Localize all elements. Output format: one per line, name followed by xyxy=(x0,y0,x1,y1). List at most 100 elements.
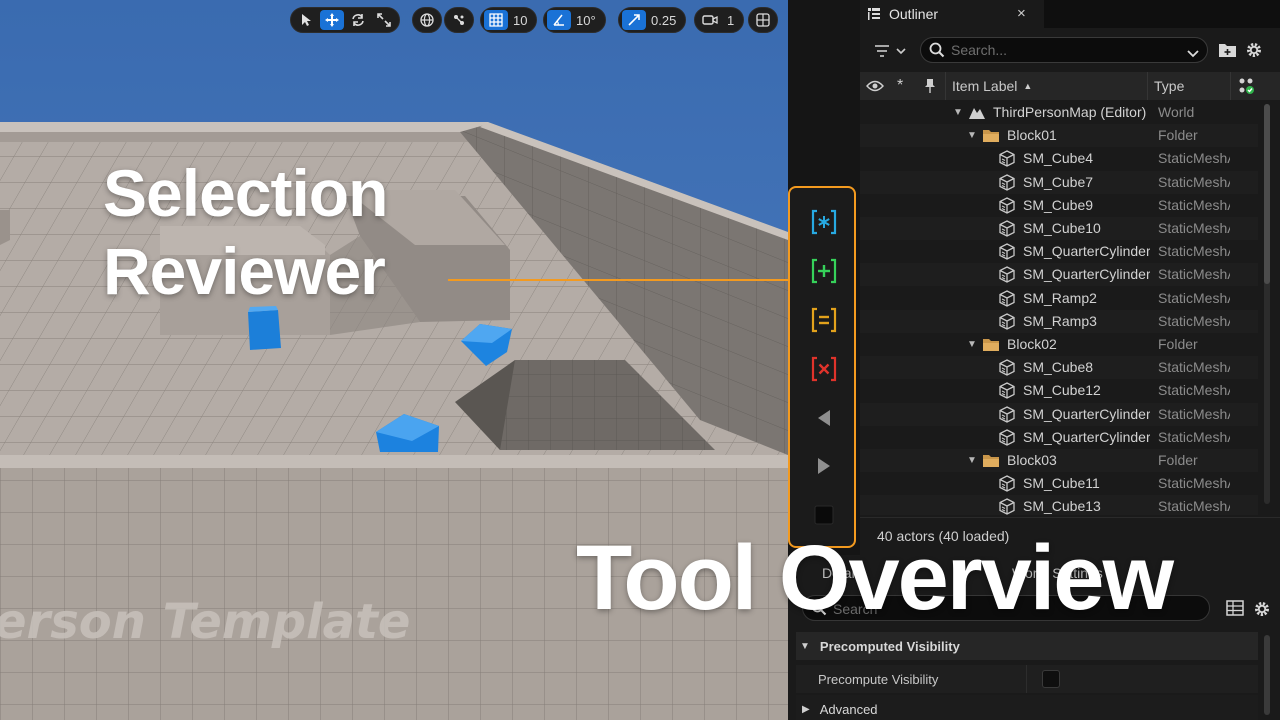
remove-selection-button[interactable] xyxy=(804,353,844,389)
filter-icon[interactable] xyxy=(873,42,909,60)
static-mesh-icon xyxy=(998,173,1016,191)
select-tool-icon[interactable] xyxy=(294,10,318,30)
bracket-plus-icon xyxy=(811,258,837,288)
search-input[interactable] xyxy=(951,41,1171,59)
folder-row[interactable]: ▼ Block02 Folder xyxy=(860,333,1258,356)
close-icon[interactable]: × xyxy=(1017,5,1026,22)
static-mesh-icon xyxy=(998,382,1016,400)
static-mesh-icon xyxy=(998,220,1016,237)
expand-arrow-icon[interactable]: ▼ xyxy=(953,104,965,121)
tab-outliner[interactable]: Outliner × xyxy=(860,0,1044,28)
rotate-tool-icon[interactable] xyxy=(346,10,370,30)
column-item-label-text: Item Label xyxy=(952,78,1018,94)
table-view-icon[interactable] xyxy=(1226,600,1244,620)
layout-control[interactable] xyxy=(748,7,778,33)
column-type[interactable]: Type xyxy=(1147,72,1225,100)
item-type: StaticMeshActor xyxy=(1158,289,1230,306)
actor-row[interactable]: SM_Cube4 StaticMeshActor xyxy=(860,147,1258,170)
static-mesh-icon xyxy=(998,359,1016,376)
actor-row[interactable]: SM_QuarterCylinder StaticMeshActor xyxy=(860,263,1258,287)
selection-reviewer-toolbar xyxy=(788,186,856,548)
favorite-star-icon[interactable]: * xyxy=(897,72,915,100)
chevron-down-icon[interactable] xyxy=(1187,44,1199,63)
viewport-layout-icon[interactable] xyxy=(751,10,775,30)
outliner-search[interactable] xyxy=(920,37,1208,63)
actor-row[interactable]: SM_Cube9 StaticMeshActor xyxy=(860,194,1258,217)
globe-icon[interactable] xyxy=(415,10,439,30)
section-precomputed-visibility[interactable]: ▼ Precomputed Visibility xyxy=(796,632,1258,660)
expand-arrow-icon[interactable]: ▼ xyxy=(967,127,979,144)
grid-snap-value[interactable]: 10 xyxy=(510,13,533,28)
visibility-eye-icon[interactable] xyxy=(866,72,892,100)
world-local-toggle[interactable] xyxy=(412,7,442,33)
surface-snap-toggle[interactable] xyxy=(444,7,474,33)
scale-snap-control[interactable]: 0.25 xyxy=(618,7,687,33)
outliner-header: * Item Label ▲ Type xyxy=(860,72,1280,100)
expand-arrow-icon[interactable]: ▼ xyxy=(967,336,979,353)
folder-row[interactable]: ▼ Block01 Folder xyxy=(860,124,1258,148)
item-label: SM_Cube13 xyxy=(1023,498,1101,515)
item-label: Block01 xyxy=(1007,127,1057,144)
details-scrollbar[interactable] xyxy=(1264,635,1270,715)
details-gear-icon[interactable] xyxy=(1253,600,1271,622)
actor-row[interactable]: SM_Cube11 StaticMeshActor xyxy=(860,472,1258,495)
select-all-button[interactable] xyxy=(804,206,844,242)
section-title: Advanced xyxy=(819,701,878,717)
item-type: StaticMeshActor xyxy=(1158,382,1230,399)
item-type: StaticMeshActor xyxy=(1158,150,1230,167)
scale-tool-icon[interactable] xyxy=(372,10,396,30)
actor-row[interactable]: SM_Ramp2 StaticMeshActor xyxy=(860,287,1258,310)
rotation-snap-value[interactable]: 10° xyxy=(573,13,602,28)
actor-row[interactable]: SM_Cube8 StaticMeshActor xyxy=(860,356,1258,380)
actor-row[interactable]: SM_QuarterCylinder StaticMeshActor xyxy=(860,402,1258,426)
actor-row[interactable]: SM_QuarterCylinder StaticMeshActor xyxy=(860,240,1258,263)
scale-snap-icon[interactable] xyxy=(622,10,646,30)
property-divider xyxy=(1026,665,1027,693)
surface-snap-icon[interactable] xyxy=(447,10,471,30)
actor-row[interactable]: SM_Cube7 StaticMeshActor xyxy=(860,170,1258,194)
item-label: SM_Cube8 xyxy=(1023,359,1094,376)
precompute-visibility-checkbox[interactable] xyxy=(1042,670,1060,688)
column-item-label[interactable]: Item Label ▲ xyxy=(945,72,1145,100)
headline-title: Selection Reviewer xyxy=(103,154,463,310)
item-type: StaticMeshActor xyxy=(1158,405,1230,422)
pin-icon[interactable] xyxy=(924,72,940,100)
previous-button[interactable] xyxy=(804,402,844,438)
item-type: Folder xyxy=(1158,127,1198,144)
angle-snap-icon[interactable] xyxy=(547,10,571,30)
actor-row[interactable]: SM_Ramp3 StaticMeshActor xyxy=(860,309,1258,333)
move-tool-icon[interactable] xyxy=(320,10,344,30)
camera-icon[interactable] xyxy=(698,10,722,30)
expand-arrow-icon[interactable]: ▼ xyxy=(967,452,979,469)
actor-row[interactable]: SM_QuarterCylinder StaticMeshActor xyxy=(860,426,1258,449)
rotation-snap-control[interactable]: 10° xyxy=(543,7,606,33)
item-label: SM_Cube4 xyxy=(1023,150,1094,167)
camera-speed-value[interactable]: 1 xyxy=(724,13,740,28)
next-button[interactable] xyxy=(804,450,844,486)
add-selection-button[interactable] xyxy=(804,255,844,291)
equal-selection-button[interactable] xyxy=(804,304,844,340)
section-advanced[interactable]: ▶ Advanced xyxy=(796,695,1258,720)
item-type: Folder xyxy=(1158,336,1198,352)
camera-speed-control[interactable]: 1 xyxy=(694,7,745,33)
static-mesh-icon xyxy=(998,313,1016,330)
actor-row[interactable]: SM_Cube13 StaticMeshActor xyxy=(860,495,1258,515)
section-title: Precomputed Visibility xyxy=(819,638,960,654)
scrollbar-thumb[interactable] xyxy=(1264,104,1270,284)
outliner-scrollbar[interactable] xyxy=(1264,104,1270,504)
item-label: Block03 xyxy=(1007,452,1057,468)
scale-snap-value[interactable]: 0.25 xyxy=(648,13,682,28)
world-row[interactable]: ▼ ThirdPersonMap (Editor) World xyxy=(860,101,1258,124)
add-folder-icon[interactable] xyxy=(1218,41,1238,63)
settings-gear-icon[interactable] xyxy=(1245,41,1263,63)
grid-snap-icon[interactable] xyxy=(484,10,508,30)
column-options-icon[interactable] xyxy=(1230,72,1260,100)
item-label: SM_Cube11 xyxy=(1023,475,1100,492)
actor-row[interactable]: SM_Cube10 StaticMeshActor xyxy=(860,217,1258,240)
grid-snap-control[interactable]: 10 xyxy=(480,7,538,33)
headline-title-text: Selection Reviewer xyxy=(103,156,388,308)
folder-icon xyxy=(982,452,1000,469)
actor-row[interactable]: SM_Cube12 StaticMeshActor xyxy=(860,379,1258,402)
folder-row[interactable]: ▼ Block03 Folder xyxy=(860,449,1258,472)
item-label: SM_Cube10 xyxy=(1023,220,1101,236)
